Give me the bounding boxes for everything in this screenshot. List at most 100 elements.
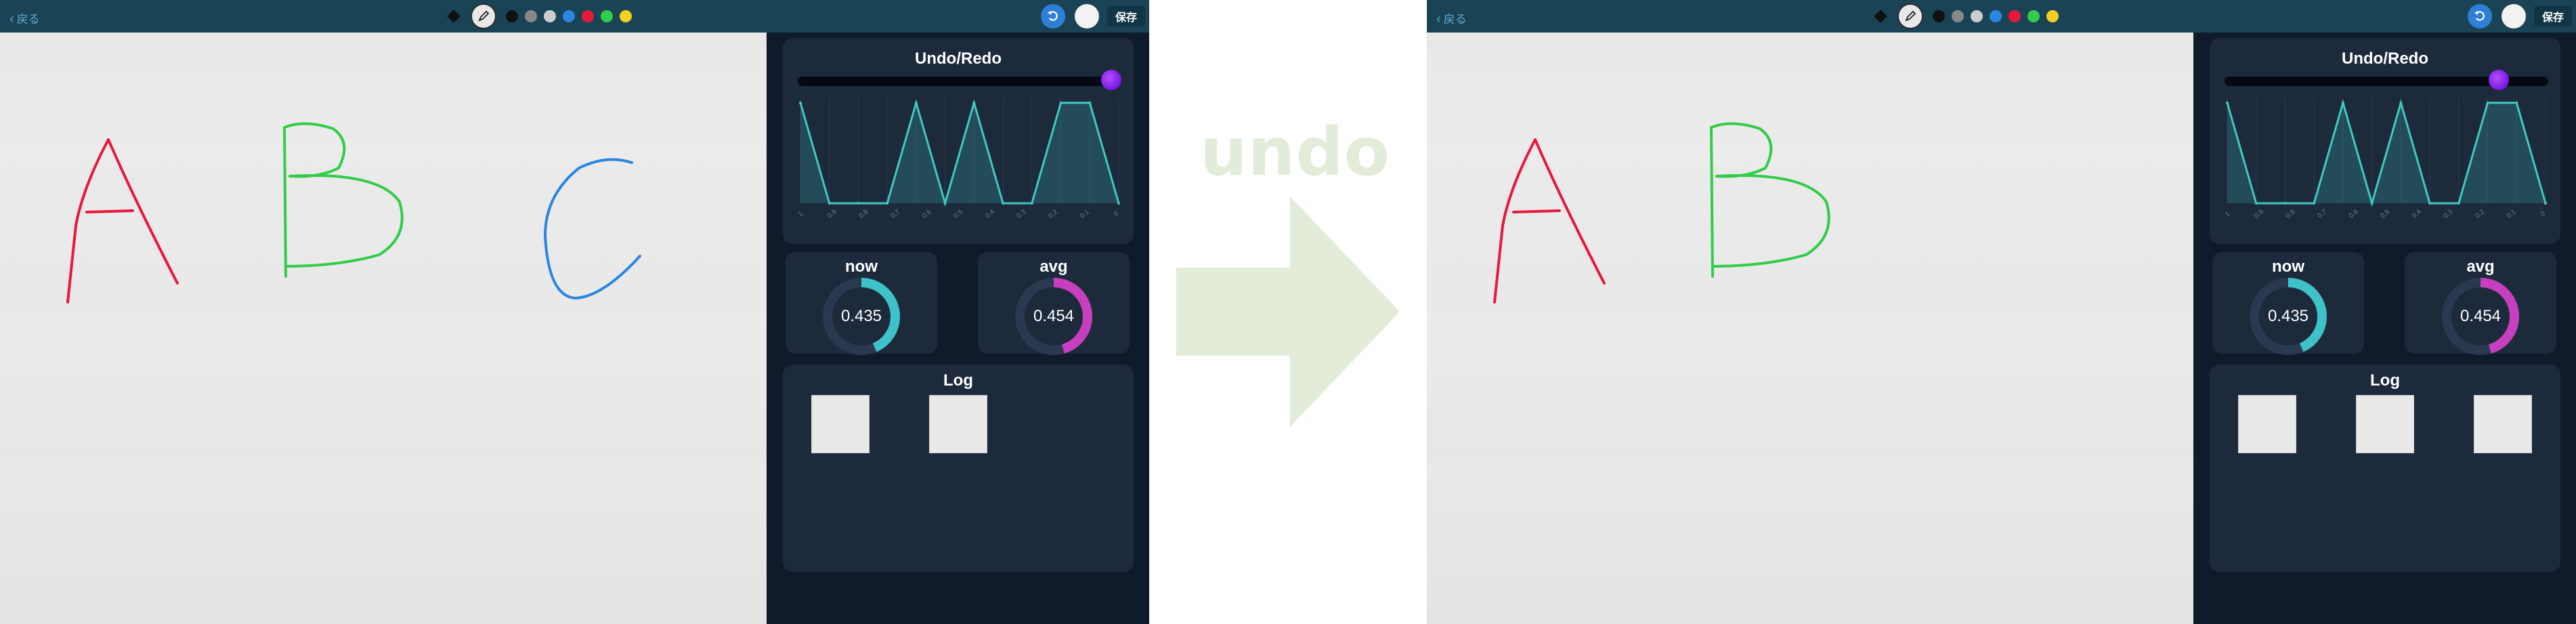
chart-point [2370, 202, 2374, 205]
chart-tick-label: 0.8 [858, 208, 870, 220]
chart-tick-label: 0.5 [953, 208, 965, 220]
save-button[interactable]: 保存 [2533, 6, 2572, 26]
chart-tick-label: 0.3 [2443, 208, 2455, 220]
undo-slider-thumb[interactable] [1101, 70, 1121, 90]
color-swatch-red[interactable] [582, 10, 594, 22]
log-title: Log [943, 371, 973, 390]
color-swatch-gray[interactable] [525, 10, 537, 22]
side-panel: Undo/Redo 1 0.9 0.8 0.7 0.6 0.5 0.4 0.3 0.2 0.1 0 … [2193, 33, 2576, 624]
chart-point [1030, 202, 1033, 205]
app-screen-before: ‹ 戻る 保存 Undo/Redo 1 0.9 0.8 0.7 0.6 0.5 … [0, 0, 1149, 624]
log-thumbnail[interactable] [2474, 395, 2532, 453]
color-swatch-gray[interactable] [1952, 10, 1964, 22]
eraser-icon[interactable] [1874, 9, 1887, 23]
right-tools: 保存 [1040, 0, 1149, 33]
history-chart: 1 0.9 0.8 0.7 0.6 0.5 0.4 0.3 0.2 0.1 0 [2225, 98, 2547, 220]
drawing-canvas[interactable] [0, 33, 767, 624]
top-toolbar: ‹ 戻る 保存 [0, 0, 1149, 33]
chart-tick-label: 0.5 [2380, 208, 2392, 220]
color-swatch-yellow[interactable] [620, 10, 632, 22]
save-button[interactable]: 保存 [1107, 6, 1145, 26]
chart-tick-label: 0.3 [1016, 208, 1028, 220]
log-title: Log [2370, 371, 2400, 390]
now-value: 0.435 [840, 307, 882, 325]
right-tools: 保存 [2467, 0, 2576, 33]
drawing-canvas[interactable] [1427, 33, 2193, 624]
avg-value: 0.454 [2460, 307, 2502, 325]
undo-icon [1047, 11, 1058, 21]
color-swatch-lightgray[interactable] [1971, 10, 1983, 22]
chart-point [1002, 202, 1005, 205]
chart-tick-label: 0.2 [2474, 208, 2486, 220]
log-thumbnail[interactable] [929, 395, 987, 453]
stroke-letter-a [66, 138, 179, 304]
chart-tick-label: 0.6 [921, 208, 933, 220]
color-swatch-blue[interactable] [563, 10, 575, 22]
color-swatch-green[interactable] [2027, 10, 2040, 22]
stroke-letter-b [283, 122, 404, 278]
color-swatch-red[interactable] [2009, 10, 2021, 22]
chevron-left-icon: ‹ [1436, 12, 1441, 26]
chart-point [828, 202, 831, 205]
chart-tick-label: 0.7 [2316, 208, 2328, 220]
log-thumbnail[interactable] [2238, 395, 2296, 453]
chart-point [2544, 202, 2547, 205]
chart-point [2283, 202, 2287, 205]
undo-redo-title: Undo/Redo [2342, 49, 2428, 68]
pencil-tool-button[interactable] [471, 3, 496, 29]
chart-tick-label: 0.8 [2285, 208, 2297, 220]
chart-point [943, 202, 947, 205]
stroke-letter-b [1710, 122, 1830, 278]
undo-slider-thumb[interactable] [2488, 70, 2509, 90]
color-swatch-black[interactable] [1933, 10, 1945, 22]
chart-point [799, 101, 802, 104]
undo-button[interactable] [2467, 4, 2492, 28]
chart-point [972, 101, 976, 104]
chart-point [2341, 101, 2344, 104]
side-panel: Undo/Redo 1 0.9 0.8 0.7 0.6 0.5 0.4 0.3 0.2 0.1 0 … [767, 33, 1149, 624]
chart-point [1059, 101, 1062, 104]
chart-point [2428, 202, 2432, 205]
log-card: Log [2210, 365, 2560, 572]
chart-tick-label: 0.2 [1047, 208, 1059, 220]
history-chart: 1 0.9 0.8 0.7 0.6 0.5 0.4 0.3 0.2 0.1 0 [798, 98, 1120, 220]
undo-icon [2474, 11, 2485, 21]
chart-tick-label: 0.1 [2506, 208, 2518, 220]
avg-value: 0.454 [1033, 307, 1075, 325]
chart-point [2313, 202, 2316, 205]
color-swatch-blue[interactable] [1990, 10, 2002, 22]
chart-point [2399, 101, 2403, 104]
undo-button[interactable] [1040, 4, 1065, 28]
current-color-indicator[interactable] [2501, 4, 2526, 28]
chart-point [2515, 101, 2518, 104]
back-button[interactable]: ‹ 戻る [1436, 9, 1467, 27]
back-label: 戻る [1443, 13, 1467, 26]
app-screen-after: ‹ 戻る 保存 Undo/Redo 1 0.9 0.8 0.7 0.6 0.5 … [1427, 0, 2576, 624]
now-card: now 0.435 [786, 252, 937, 355]
color-swatch-lightgray[interactable] [544, 10, 556, 22]
undo-slider-track[interactable] [798, 70, 1121, 90]
handwriting-strokes [1493, 122, 1830, 304]
pencil-tool-button[interactable] [1897, 3, 1923, 29]
chart-point [914, 101, 918, 104]
pencil-icon [1905, 10, 1916, 22]
drawing-tools [1874, 3, 2065, 29]
back-button[interactable]: ‹ 戻る [9, 9, 40, 27]
color-swatch-yellow[interactable] [2046, 10, 2059, 22]
chart-tick-label: 1 [2225, 210, 2231, 218]
back-label: 戻る [16, 13, 40, 26]
chart-point [886, 202, 889, 205]
color-swatch-black[interactable] [506, 10, 518, 22]
stroke-letter-a [1493, 138, 1606, 304]
chart-point [2457, 202, 2460, 205]
chart-tick-label: 1 [798, 210, 804, 218]
chart-tick-label: 0.9 [826, 208, 838, 220]
chart-tick-label: 0.4 [984, 208, 996, 220]
current-color-indicator[interactable] [1074, 4, 1099, 28]
eraser-icon[interactable] [447, 9, 460, 23]
log-thumbnail[interactable] [2356, 395, 2414, 453]
undo-slider-track[interactable] [2225, 70, 2548, 90]
chart-point [1117, 202, 1120, 205]
color-swatch-green[interactable] [601, 10, 613, 22]
log-thumbnail[interactable] [811, 395, 870, 453]
